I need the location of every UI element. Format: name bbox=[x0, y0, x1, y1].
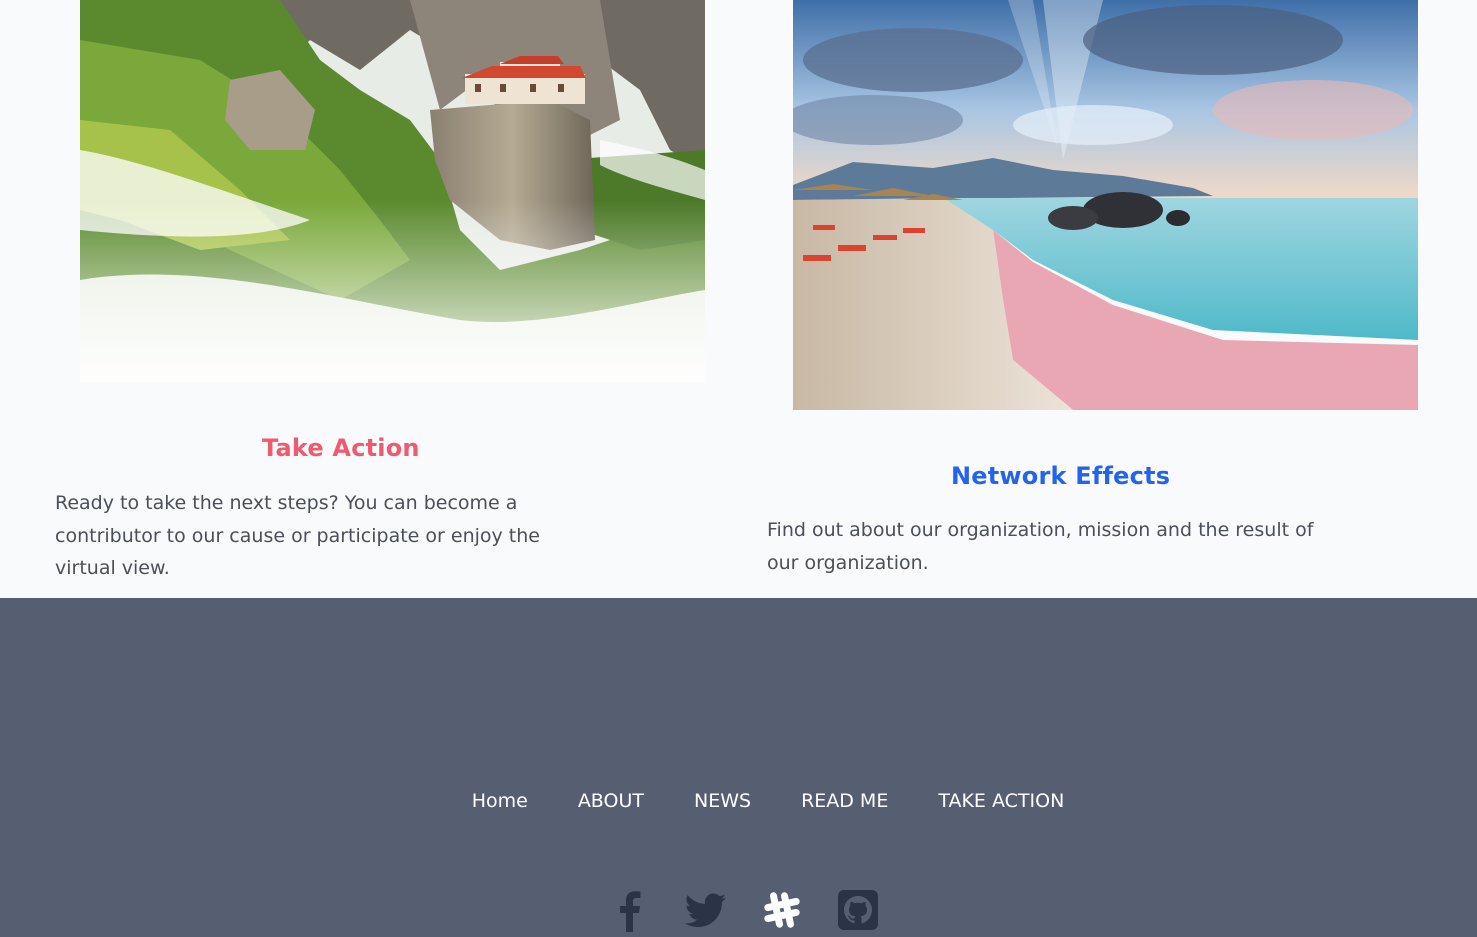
footer-nav: Home ABOUT NEWS READ ME TAKE ACTION bbox=[0, 790, 1477, 812]
facebook-icon[interactable] bbox=[608, 888, 652, 932]
slack-icon[interactable] bbox=[760, 888, 804, 932]
social-links bbox=[0, 888, 1477, 932]
footer-link-take-action[interactable]: TAKE ACTION bbox=[938, 790, 1064, 812]
site-footer: Home ABOUT NEWS READ ME TAKE ACTION bbox=[0, 598, 1477, 937]
github-icon[interactable] bbox=[836, 888, 880, 932]
meteora-monastery-photo bbox=[80, 0, 705, 382]
footer-link-read-me[interactable]: READ ME bbox=[801, 790, 888, 812]
footer-link-about[interactable]: ABOUT bbox=[578, 790, 644, 812]
card-title-take-action[interactable]: Take Action bbox=[262, 434, 420, 462]
footer-link-home[interactable]: Home bbox=[472, 790, 528, 812]
card-text-network-effects: Find out about our organization, mission… bbox=[767, 519, 1314, 574]
pink-sand-beach-photo bbox=[793, 0, 1418, 410]
footer-link-news[interactable]: NEWS bbox=[694, 790, 751, 812]
card-text-take-action: Ready to take the next steps? You can be… bbox=[55, 492, 540, 579]
page: Take Action Ready to take the next steps… bbox=[0, 0, 1477, 937]
twitter-icon[interactable] bbox=[684, 888, 728, 932]
card-title-network-effects[interactable]: Network Effects bbox=[951, 462, 1170, 490]
